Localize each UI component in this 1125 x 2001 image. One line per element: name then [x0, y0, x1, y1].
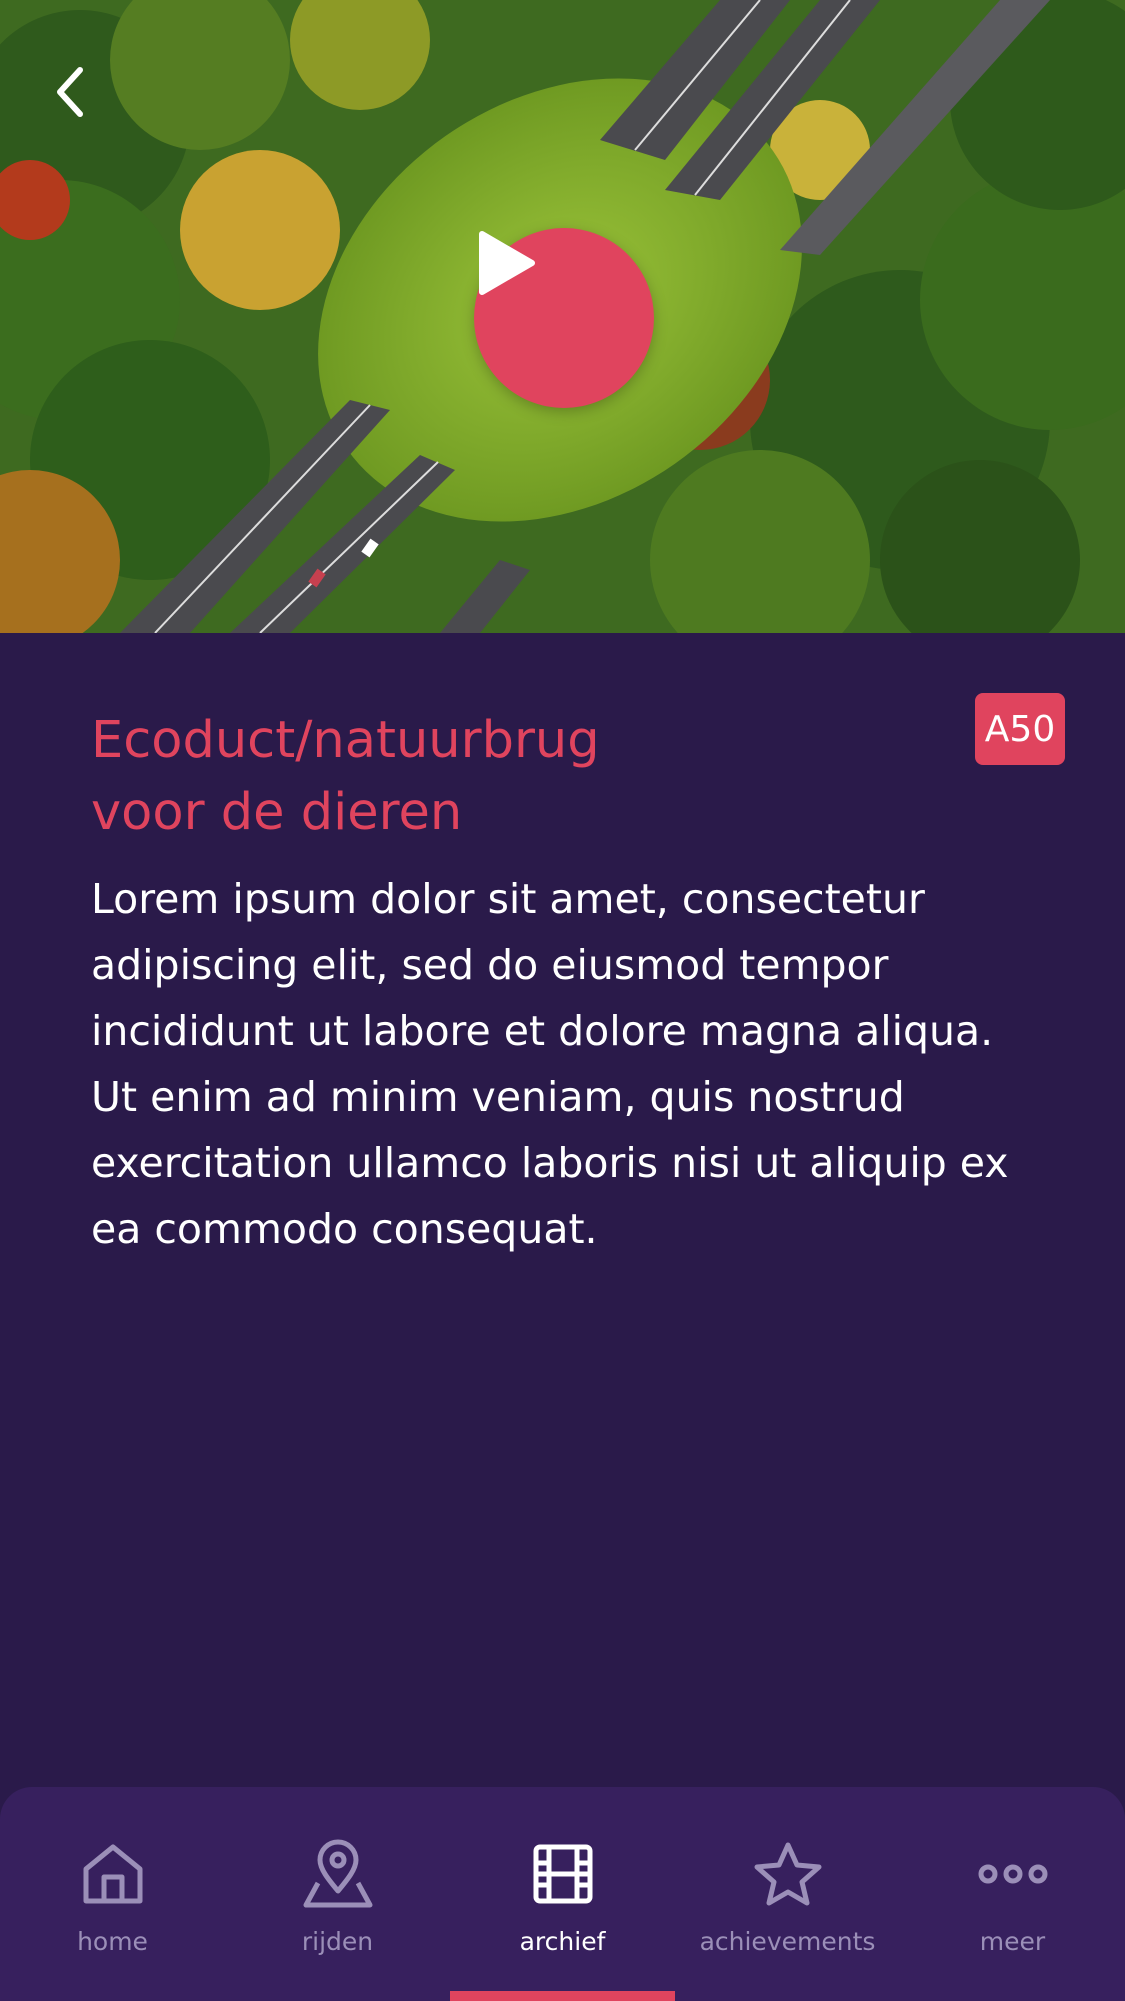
tab-archief[interactable]: archief	[450, 1787, 675, 2001]
star-icon	[754, 1842, 821, 1906]
tab-achievements-label: achievements	[699, 1927, 876, 1956]
tab-archief-label: archief	[519, 1927, 606, 1956]
tab-meer-label: meer	[979, 1927, 1046, 1956]
play-icon	[479, 231, 535, 295]
bottom-tab-bar: home rijden archief achievements meer	[0, 1787, 1125, 2001]
tab-meer[interactable]: meer	[900, 1787, 1125, 2001]
article-title-line2: voor de dieren	[91, 783, 463, 842]
film-icon	[533, 1844, 592, 1904]
tab-home-label: home	[77, 1927, 148, 1956]
chevron-left-icon	[57, 67, 83, 117]
back-button[interactable]	[52, 66, 102, 126]
tab-home[interactable]: home	[0, 1787, 225, 2001]
tab-achievements[interactable]: achievements	[675, 1787, 900, 2001]
more-icon	[978, 1864, 1047, 1884]
tab-rijden-label: rijden	[301, 1927, 374, 1956]
active-tab-indicator	[450, 1991, 675, 2001]
article-title: Ecoduct/natuurbrug voor de dieren	[91, 705, 691, 849]
home-icon	[83, 1844, 142, 1904]
tab-rijden[interactable]: rijden	[225, 1787, 450, 2001]
map-pin-icon	[303, 1839, 372, 1908]
road-badge: A50	[975, 693, 1065, 765]
play-button[interactable]	[474, 228, 654, 408]
hero-video-thumbnail	[0, 0, 1125, 633]
article-title-line1: Ecoduct/natuurbrug	[91, 711, 600, 770]
article-body: Lorem ipsum dolor sit amet, consectetur …	[91, 875, 1009, 1253]
